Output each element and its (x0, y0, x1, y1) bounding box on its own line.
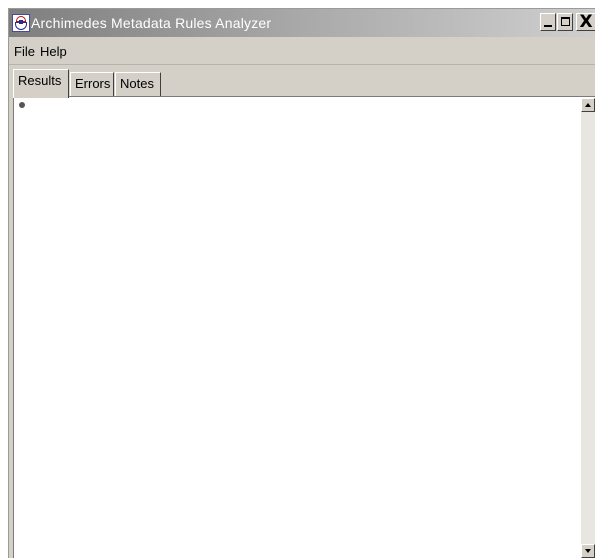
window-title: Archimedes Metadata Rules Analyzer (31, 15, 272, 31)
minimize-icon (544, 25, 552, 27)
scroll-up-button[interactable] (581, 98, 595, 112)
close-icon: X (579, 12, 593, 32)
tab-results[interactable]: Results (13, 69, 69, 98)
menu-help[interactable]: Help (40, 44, 67, 59)
scroll-down-button[interactable] (581, 544, 595, 558)
app-window: Archimedes Metadata Rules Analyzer X Fil… (8, 8, 595, 558)
maximize-icon (561, 17, 570, 26)
arrow-down-icon (585, 549, 591, 553)
app-logo-icon[interactable] (12, 14, 30, 32)
menu-bar: File Help (9, 37, 595, 65)
title-bar[interactable]: Archimedes Metadata Rules Analyzer X (9, 9, 595, 37)
vertical-scrollbar[interactable] (581, 98, 595, 558)
maximize-button[interactable] (557, 13, 573, 31)
tab-notes[interactable]: Notes (115, 72, 161, 96)
close-button[interactable]: X (576, 13, 595, 31)
bullet-icon (19, 102, 25, 108)
arrow-up-icon (585, 103, 591, 107)
menu-file[interactable]: File (14, 44, 35, 59)
tab-strip: Results Errors Notes (9, 67, 595, 98)
tab-errors[interactable]: Errors (70, 72, 114, 96)
results-panel[interactable] (13, 96, 595, 558)
minimize-button[interactable] (540, 13, 556, 31)
